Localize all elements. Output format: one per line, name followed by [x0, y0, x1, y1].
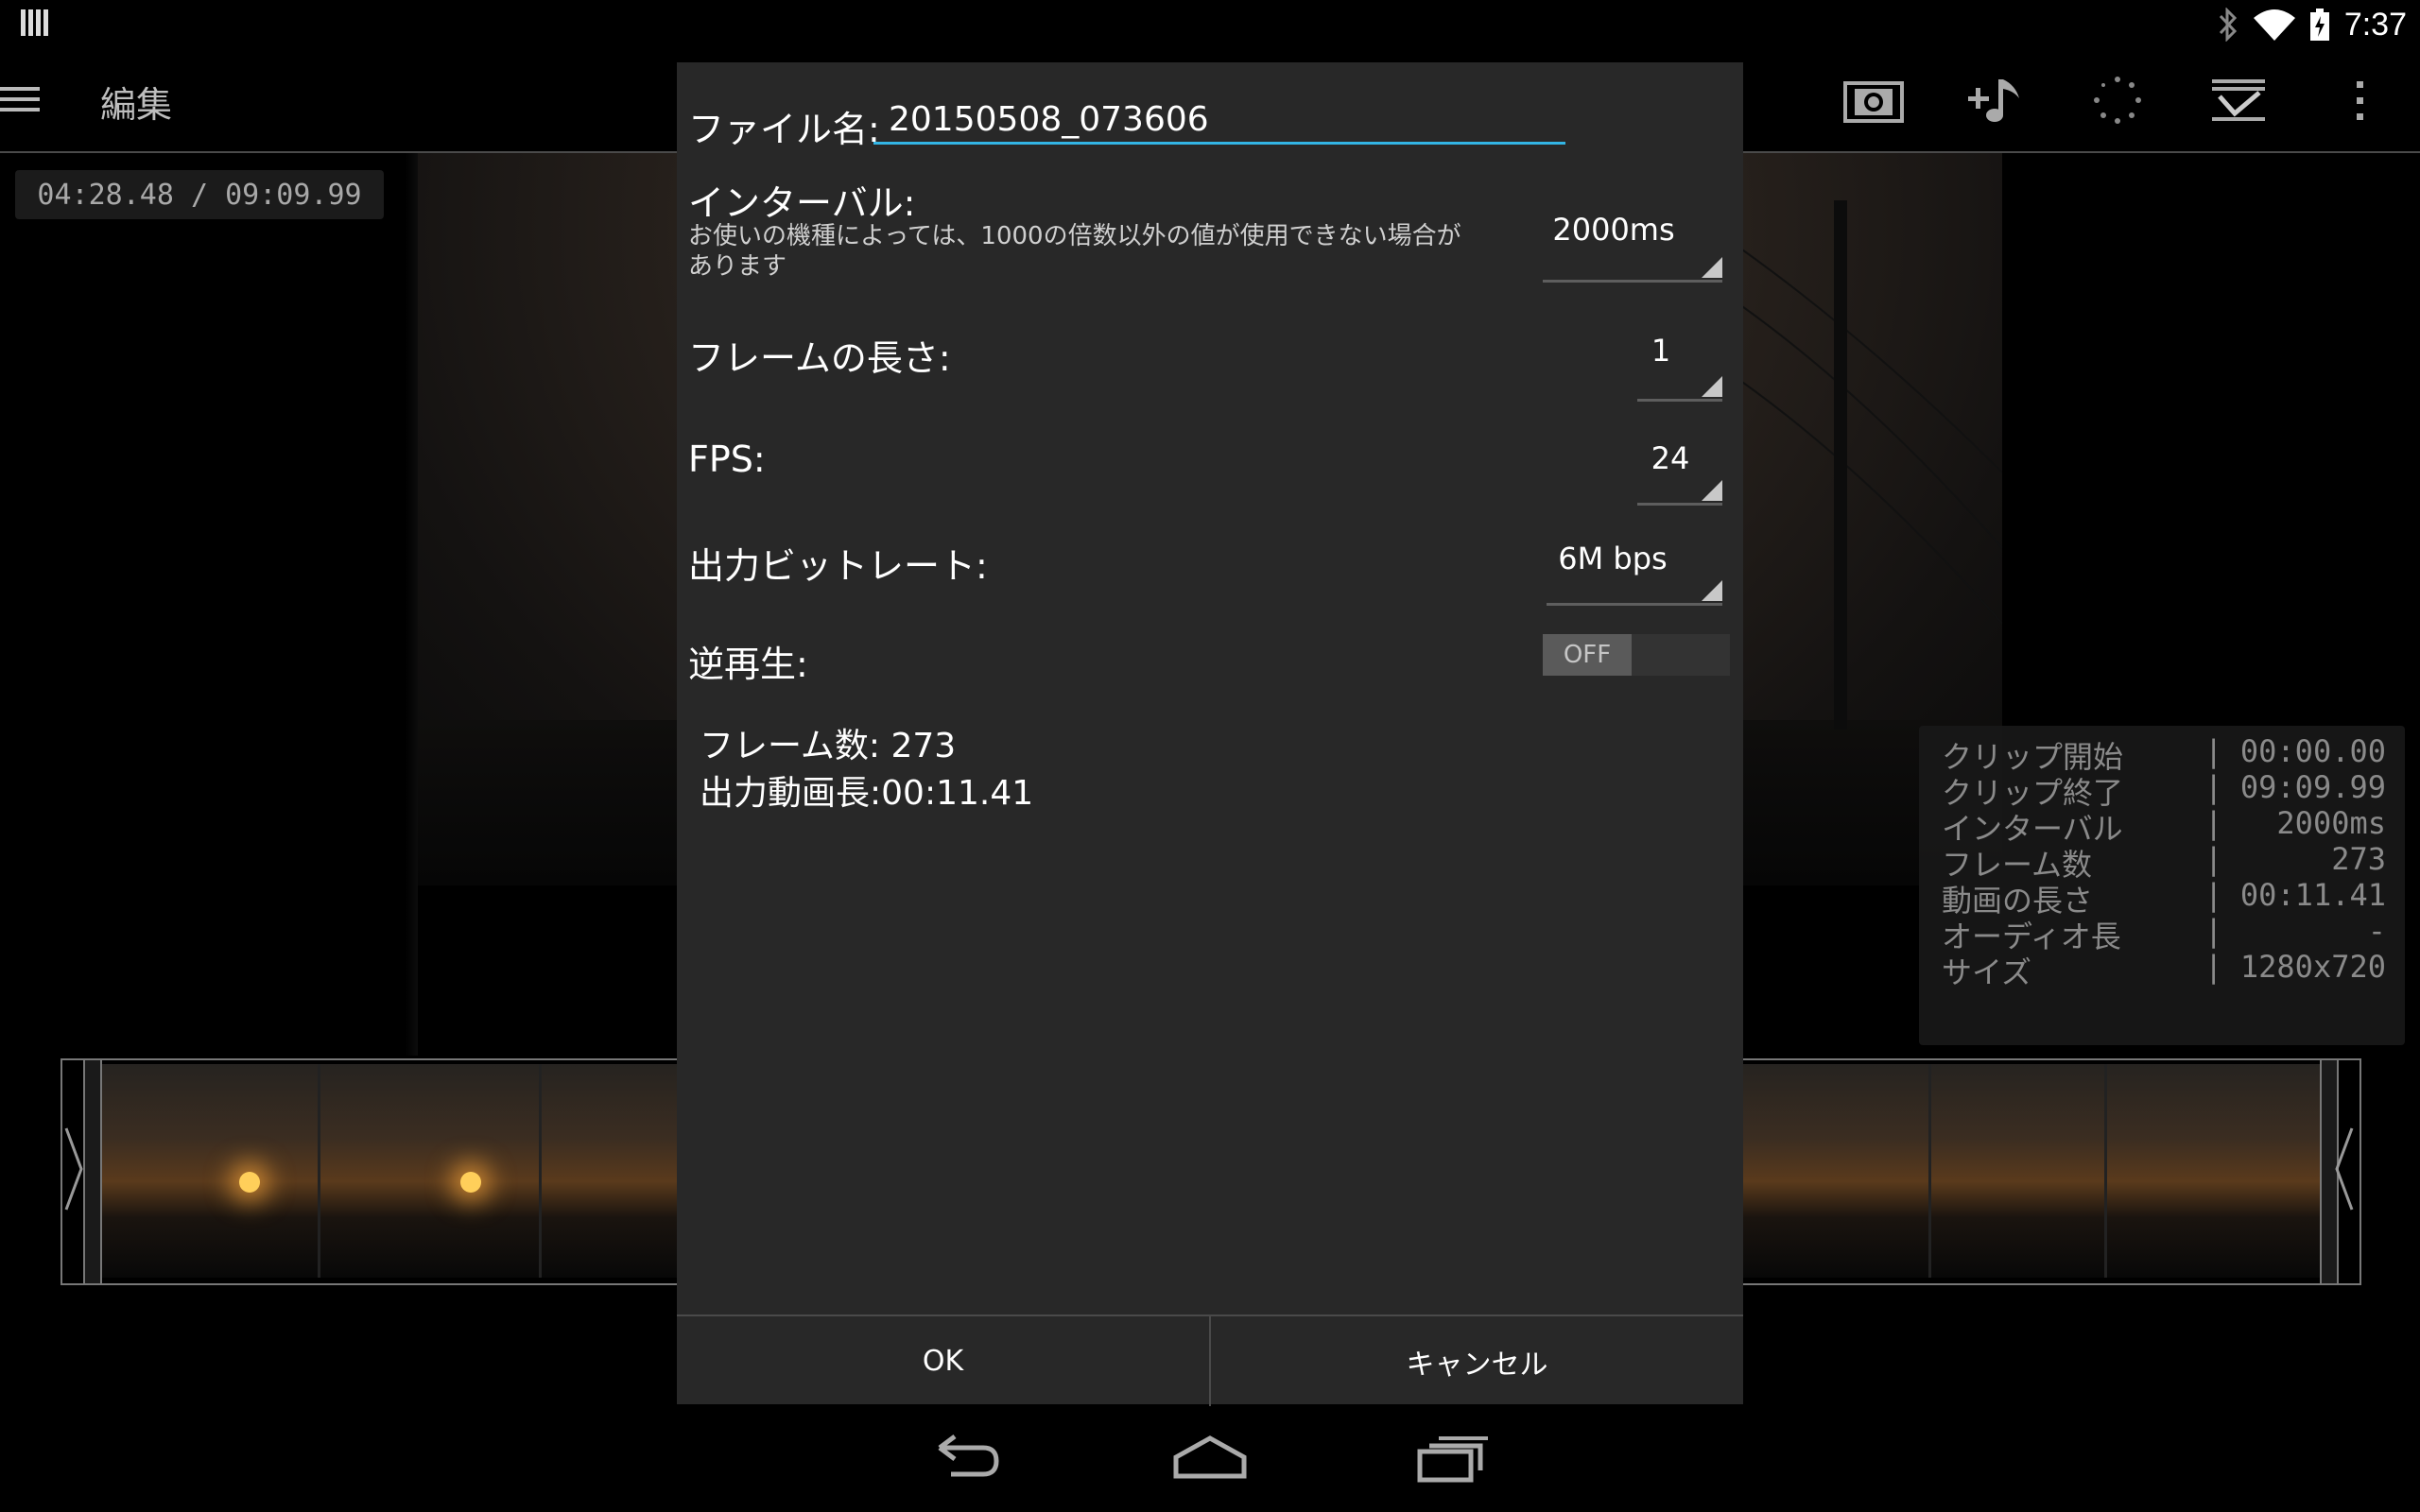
- notification-icon: [21, 9, 48, 36]
- clip-info-panel: クリップ開始 | 00:00.00 クリップ終了 | 09:09.99 インター…: [1919, 726, 2405, 1045]
- info-separator: |: [2204, 877, 2223, 913]
- sun: [460, 1172, 481, 1193]
- info-separator: |: [2204, 913, 2223, 949]
- status-time: 7:37: [2343, 6, 2407, 43]
- info-separator: |: [2204, 805, 2223, 841]
- dialog-button-bar: OK キャンセル: [677, 1314, 1743, 1406]
- interval-spinner[interactable]: 2000ms: [1543, 204, 1732, 284]
- spinner-underline: [1637, 503, 1722, 506]
- info-value: -: [2367, 913, 2386, 949]
- info-row-clip-end: クリップ終了 | 09:09.99: [1919, 769, 2405, 811]
- info-separator: |: [2204, 841, 2223, 877]
- timeline-end-handle[interactable]: [2320, 1060, 2354, 1283]
- menu-icon[interactable]: [0, 83, 43, 115]
- reverse-label: 逆再生:: [688, 644, 808, 685]
- reverse-toggle[interactable]: OFF: [1543, 634, 1730, 676]
- app-title: 編集: [100, 84, 173, 126]
- bitrate-spinner[interactable]: 6M bps: [1547, 535, 1732, 606]
- info-row-clip-start: クリップ開始 | 00:00.00: [1919, 733, 2405, 775]
- interval-note-line-2: あります: [688, 252, 787, 281]
- fps-label: FPS:: [688, 438, 766, 480]
- info-separator: |: [2204, 733, 2223, 769]
- handle-right-arrow-icon: [2335, 1127, 2354, 1211]
- navigation-bar: [0, 1408, 2420, 1512]
- frame-count-text: フレーム数: 273: [700, 727, 957, 765]
- spinner-arrow-icon: [1702, 257, 1722, 278]
- info-row-frame-count: フレーム数 | 273: [1919, 841, 2405, 883]
- playback-timestamp: 04:28.48 / 09:09.99: [15, 170, 384, 219]
- filename-input[interactable]: [873, 96, 1565, 145]
- spinner-arrow-icon: [1702, 580, 1722, 601]
- timeline-thumbnail: [2104, 1064, 2326, 1278]
- timeline-start-handle[interactable]: [64, 1060, 102, 1283]
- interval-value: 2000ms: [1552, 212, 1675, 248]
- wifi-icon: [2253, 9, 2295, 41]
- timeline-thumbnail: [96, 1064, 319, 1278]
- ok-button[interactable]: OK: [677, 1316, 1209, 1406]
- export-settings-dialog: ファイル名: インターバル: お使いの機種によっては、1000の倍数以外の値が使…: [677, 62, 1743, 1406]
- fps-value: 24: [1651, 440, 1690, 476]
- spinner-underline: [1547, 603, 1722, 606]
- info-value: 2000ms: [2276, 805, 2386, 841]
- timeline-thumbnail: [318, 1064, 540, 1278]
- info-row-interval: インターバル | 2000ms: [1919, 805, 2405, 847]
- spinner-underline: [1543, 280, 1722, 283]
- reverse-toggle-knob: OFF: [1543, 634, 1632, 676]
- frame-length-value: 1: [1651, 333, 1671, 369]
- battery-icon: [2309, 9, 2329, 41]
- info-label: サイズ: [1942, 954, 2032, 990]
- info-row-audio-length: オーディオ長 | -: [1919, 913, 2405, 954]
- home-icon[interactable]: [1172, 1425, 1248, 1491]
- bluetooth-icon: [2219, 8, 2237, 42]
- interval-label: インターバル:: [688, 182, 916, 224]
- output-length-text: 出力動画長:00:11.41: [700, 774, 1034, 813]
- loading-icon[interactable]: [2087, 70, 2148, 130]
- info-value: 1280x720: [2239, 949, 2386, 985]
- spinner-arrow-icon: [1702, 376, 1722, 397]
- handle-left-arrow-icon: [64, 1127, 83, 1211]
- status-icons: 7:37: [2218, 4, 2407, 45]
- bitrate-value: 6M bps: [1558, 541, 1668, 576]
- frame-length-label: フレームの長さ:: [688, 337, 951, 379]
- cancel-button[interactable]: キャンセル: [1211, 1316, 1743, 1406]
- interval-note: お使いの機種によっては、1000の倍数以外の値が使用できない場合が あります: [688, 221, 1461, 282]
- bitrate-label: 出力ビットレート:: [688, 545, 988, 587]
- status-bar: 7:37: [0, 0, 2420, 47]
- spinner-underline: [1637, 399, 1722, 402]
- fps-spinner[interactable]: 24: [1637, 437, 1732, 506]
- interval-note-line-1: お使いの機種によっては、1000の倍数以外の値が使用できない場合が: [688, 222, 1461, 250]
- camera-icon[interactable]: [1843, 70, 1904, 130]
- spinner-arrow-icon: [1702, 480, 1722, 501]
- filename-label: ファイル名:: [688, 109, 880, 150]
- info-separator: |: [2204, 769, 2223, 805]
- frame-length-spinner[interactable]: 1: [1637, 327, 1732, 403]
- info-row-size: サイズ | 1280x720: [1919, 949, 2405, 990]
- info-value: 00:00.00: [2239, 733, 2386, 769]
- add-music-icon[interactable]: [1966, 70, 2027, 130]
- overflow-menu-icon[interactable]: [2329, 70, 2390, 130]
- power-lines: [1739, 200, 2004, 730]
- info-value: 00:11.41: [2239, 877, 2386, 913]
- info-row-video-length: 動画の長さ | 00:11.41: [1919, 877, 2405, 919]
- export-icon[interactable]: [2208, 70, 2269, 130]
- preview-letterbox-left: [0, 153, 418, 1056]
- sun: [239, 1172, 260, 1193]
- recent-apps-icon[interactable]: [1414, 1425, 1490, 1491]
- info-value: 09:09.99: [2239, 769, 2386, 805]
- info-value: 273: [2331, 841, 2386, 877]
- back-icon[interactable]: [930, 1425, 1006, 1491]
- info-separator: |: [2204, 949, 2223, 985]
